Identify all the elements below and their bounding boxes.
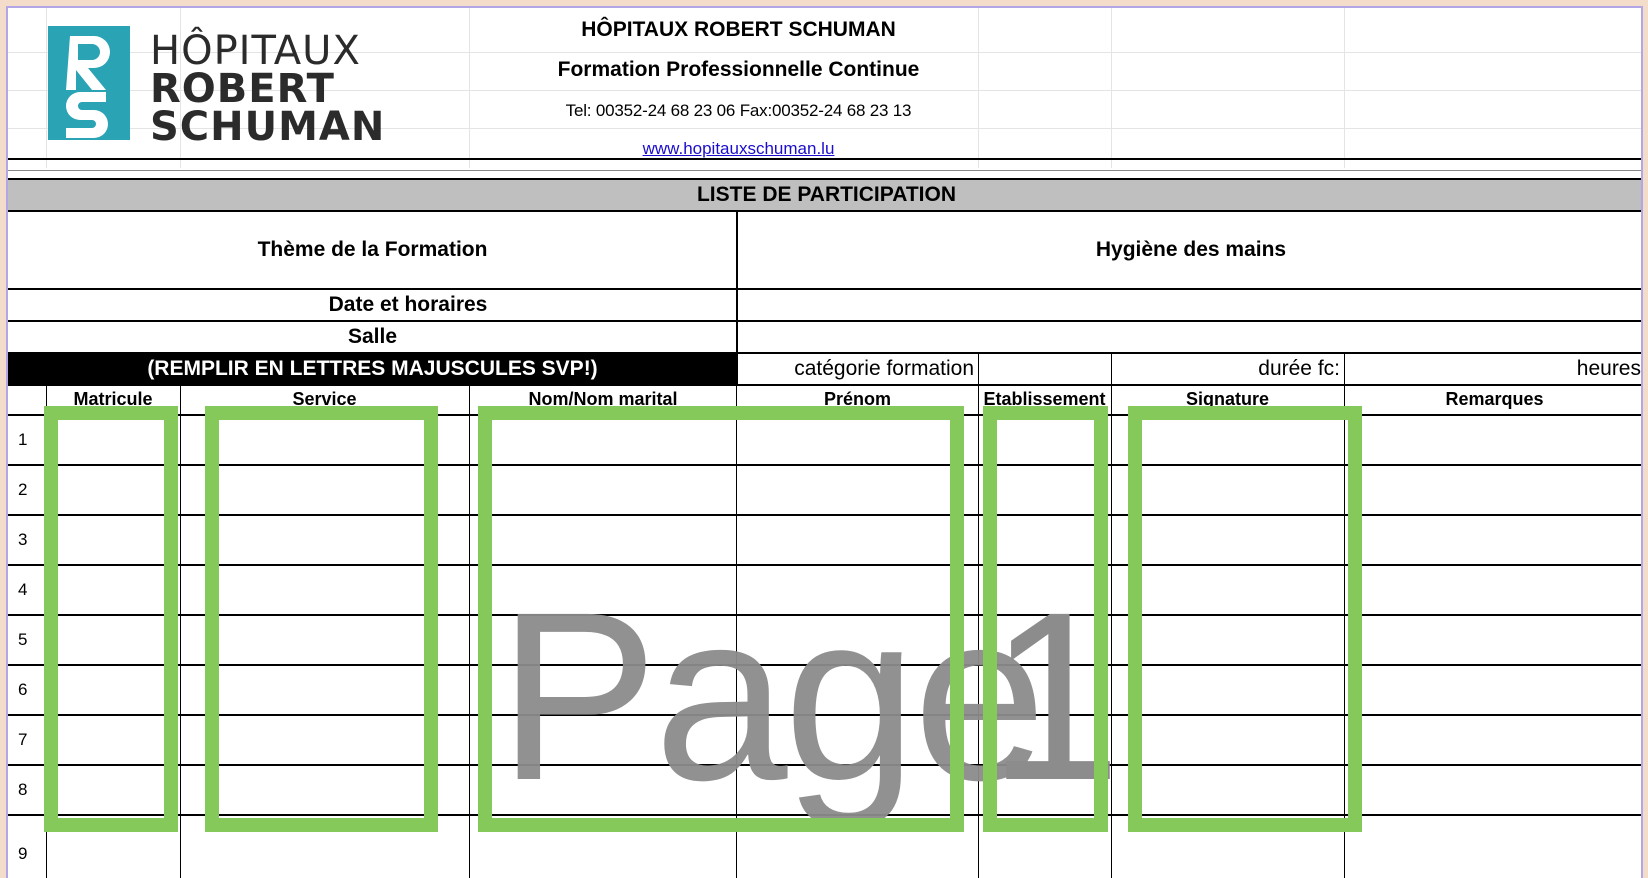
highlight-box-matricule	[44, 406, 178, 832]
form-divider	[1111, 354, 1112, 384]
spreadsheet-page: HÔPITAUX ROBERT SCHUMAN HÔPITAUX ROBERT …	[6, 6, 1643, 878]
row-number: 6	[18, 680, 28, 699]
form-divider	[736, 212, 738, 384]
table-column-line	[469, 384, 470, 878]
theme-value: Hygiène des mains	[1095, 238, 1287, 261]
row-number: 8	[18, 780, 28, 799]
date-label: Date et horaires	[328, 293, 488, 316]
contact-info: Tel: 00352-24 68 23 06 Fax:00352-24 68 2…	[565, 101, 912, 120]
form-divider	[978, 354, 979, 384]
row-number: 9	[18, 844, 28, 863]
logo-wordmark: HÔPITAUX ROBERT SCHUMAN	[150, 31, 385, 147]
highlight-box-service	[205, 406, 438, 832]
theme-label: Thème de la Formation	[257, 238, 488, 261]
page-title: HÔPITAUX ROBERT SCHUMAN	[581, 18, 896, 41]
table-column-line	[180, 384, 181, 878]
fill-uppercase-notice: (REMPLIR EN LETTRES MAJUSCULES SVP!)	[8, 354, 737, 384]
row-number: 4	[18, 580, 28, 599]
highlight-box-signature	[1128, 406, 1362, 832]
hours-label: heures	[1576, 357, 1641, 380]
room-label: Salle	[347, 325, 398, 348]
row-number: 5	[18, 630, 28, 649]
logo-monogram-icon	[48, 26, 130, 140]
row-number: 1	[18, 430, 28, 449]
page-subtitle: Formation Professionnelle Continue	[557, 58, 920, 81]
row-number: 2	[18, 480, 28, 499]
website-link-wrap: www.hopitauxschuman.lu	[8, 139, 1557, 159]
header-divider	[8, 158, 1641, 160]
header-divider-thin	[8, 170, 1641, 171]
highlight-box-etablissement	[983, 406, 1108, 832]
column-header-remarques: Remarques	[1445, 388, 1544, 409]
row-number: 7	[18, 730, 28, 749]
participation-banner: LISTE DE PARTICIPATION	[8, 180, 1641, 210]
highlight-box-nom-prenom	[478, 406, 964, 832]
website-link[interactable]: www.hopitauxschuman.lu	[643, 139, 835, 158]
duration-label: durée fc:	[1258, 357, 1340, 380]
form-divider	[1344, 354, 1345, 384]
row-number: 3	[18, 530, 28, 549]
category-label: catégorie formation	[794, 357, 974, 380]
hospital-logo: HÔPITAUX ROBERT SCHUMAN	[48, 26, 388, 156]
